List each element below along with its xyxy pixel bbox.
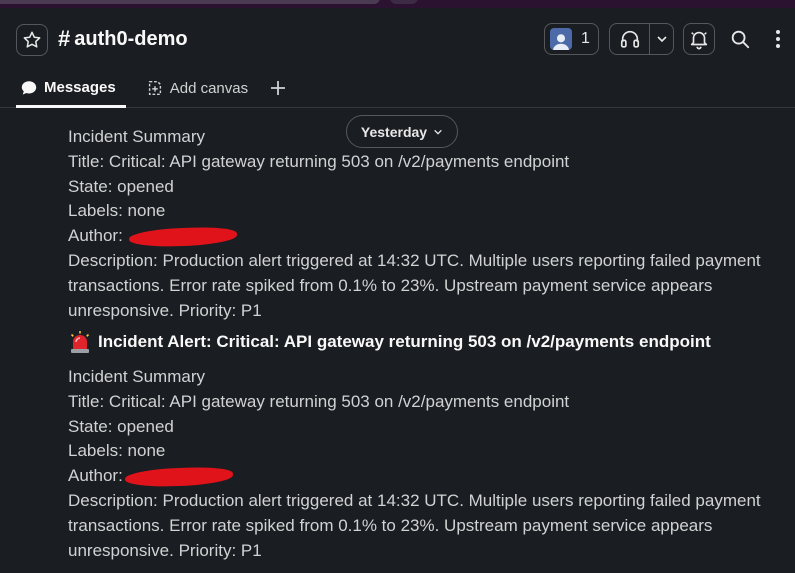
tab-messages-label: Messages	[44, 79, 116, 96]
message-list[interactable]: Incident Summary Title: Critical: API ga…	[0, 109, 795, 573]
alert-title-text: Incident Alert: Critical: API gateway re…	[98, 332, 711, 351]
incident-labels: Labels: none	[68, 441, 166, 461]
chevron-down-icon	[434, 129, 442, 135]
channel-header: # auth0-demo 1 Messages Add canvas	[0, 8, 795, 108]
redaction-mark	[124, 465, 234, 488]
huddle-options-button[interactable]	[650, 24, 673, 54]
headphones-icon	[620, 30, 639, 48]
members-button[interactable]: 1	[544, 23, 599, 55]
incident-summary: Incident Summary	[68, 367, 205, 386]
members-count: 1	[581, 30, 590, 47]
list-item: Incident Summary Title: Critical: API ga…	[68, 365, 778, 563]
tab-messages[interactable]: Messages	[16, 70, 126, 108]
incident-author: Author:	[68, 224, 778, 249]
author-label: Author:	[68, 226, 123, 246]
incident-title: Title: Critical: API gateway returning 5…	[68, 391, 570, 411]
more-vertical-icon	[776, 30, 780, 48]
title-bar-segment	[0, 0, 380, 4]
search-icon	[731, 30, 750, 49]
plus-icon	[271, 81, 286, 95]
siren-icon	[68, 330, 92, 354]
tab-add-canvas-label: Add canvas	[169, 79, 249, 97]
canvas-icon	[148, 80, 161, 96]
message-bubble-icon	[21, 80, 37, 95]
notifications-button[interactable]	[683, 23, 715, 55]
channel-hash-icon: #	[58, 26, 71, 51]
author-label: Author:	[68, 466, 123, 486]
bell-icon	[690, 31, 708, 50]
title-bar	[0, 0, 795, 8]
tab-add-canvas[interactable]: Add canvas	[142, 70, 252, 106]
incident-state: State: opened	[68, 416, 174, 436]
star-channel-button[interactable]	[16, 24, 48, 56]
more-options-button[interactable]	[766, 23, 790, 55]
search-button[interactable]	[724, 23, 756, 55]
incident-state: State: opened	[68, 176, 174, 196]
date-divider-label: Yesterday	[360, 123, 428, 140]
channel-title[interactable]: # auth0-demo	[58, 26, 188, 52]
incident-title: Title: Critical: API gateway returning 5…	[68, 151, 570, 171]
add-tab-button[interactable]	[266, 70, 290, 106]
alert-title: Incident Alert: Critical: API gateway re…	[68, 330, 711, 354]
title-bar-segment	[390, 0, 418, 4]
redaction-mark	[128, 225, 238, 248]
date-divider-button[interactable]: Yesterday	[346, 115, 458, 148]
incident-author: Author:	[68, 464, 778, 489]
incident-description: Description: Production alert triggered …	[68, 250, 761, 320]
list-item: Incident Summary Title: Critical: API ga…	[68, 125, 778, 323]
channel-tabs: Messages Add canvas	[16, 70, 290, 108]
channel-name: auth0-demo	[74, 27, 188, 50]
avatar-icon	[550, 28, 572, 50]
incident-labels: Labels: none	[68, 201, 166, 221]
incident-description: Description: Production alert triggered …	[68, 490, 761, 560]
chevron-down-icon	[656, 36, 667, 43]
huddle-button[interactable]	[609, 23, 674, 55]
huddle-start-button[interactable]	[610, 24, 650, 54]
star-icon	[23, 31, 41, 48]
